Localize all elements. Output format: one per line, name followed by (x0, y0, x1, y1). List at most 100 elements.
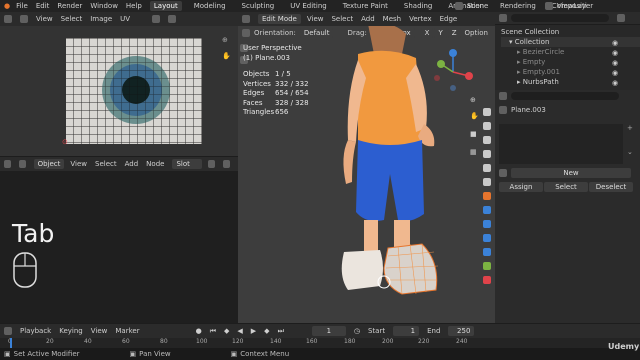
timeline-menu-keying[interactable]: Keying (59, 327, 83, 335)
tab-layout[interactable]: Layout (149, 1, 182, 11)
pan-view-icon[interactable]: ✋ (470, 112, 479, 120)
jump-end-icon[interactable]: ⏭ (278, 327, 284, 336)
add-icon[interactable] (223, 160, 231, 168)
node-editor-type-icon[interactable] (4, 160, 11, 168)
filter-icon[interactable] (617, 14, 625, 22)
prev-key-icon[interactable]: ◆ (224, 327, 229, 335)
properties-type-icon[interactable] (499, 92, 507, 100)
tab-uv-editing[interactable]: UV Editing (286, 1, 331, 11)
tab-shading[interactable]: Shading (400, 1, 436, 11)
scene-selector[interactable]: Scene (455, 1, 488, 11)
menu-window[interactable]: Window (90, 2, 118, 10)
image-menu-uv[interactable]: UV (120, 15, 130, 23)
navigation-gizmo[interactable] (431, 46, 477, 96)
next-key-icon[interactable]: ◆ (264, 327, 269, 335)
timeline-type-icon[interactable] (4, 327, 12, 335)
viewport-menu-vertex[interactable]: Vertex (409, 15, 432, 23)
image-menu-select[interactable]: Select (61, 15, 83, 23)
material-icon[interactable] (208, 160, 216, 168)
node-editor-area[interactable]: Tab (0, 171, 238, 323)
mode-dropdown[interactable]: Edit Mode (258, 14, 301, 24)
image-menu-view[interactable]: View (36, 15, 53, 23)
blender-logo-icon[interactable]: ● (4, 2, 10, 10)
tab-texture-paint[interactable]: Texture Paint (339, 1, 392, 11)
eye-icon[interactable]: ◉ (612, 48, 618, 58)
outliner-item-empty[interactable]: ▸ Empty (501, 57, 640, 67)
render-tab-icon[interactable] (483, 122, 491, 130)
node-tree-icon[interactable] (18, 160, 26, 168)
start-frame-field[interactable]: 1 (393, 326, 420, 336)
view-layer-tab-icon[interactable] (483, 150, 491, 158)
pin-icon[interactable] (152, 15, 161, 23)
data-tab-icon[interactable] (483, 262, 491, 270)
material-browse-icon[interactable] (499, 169, 507, 177)
node-menu-select[interactable]: Select (95, 160, 117, 168)
deselect-button[interactable]: Deselect (589, 182, 633, 192)
output-tab-icon[interactable] (483, 136, 491, 144)
image-browse-icon[interactable] (168, 15, 177, 23)
properties-search-input[interactable] (511, 92, 619, 100)
viewport-3d[interactable]: Orientation: Default Drag: Select Box X … (238, 26, 495, 323)
menu-render[interactable]: Render (57, 2, 82, 10)
play-icon[interactable]: ▶ (251, 327, 256, 335)
zoom-view-icon[interactable]: ⊕ (470, 96, 476, 104)
particles-tab-icon[interactable] (483, 220, 491, 228)
eye-icon[interactable]: ◉ (612, 58, 618, 68)
menu-edit[interactable]: Edit (36, 2, 50, 10)
timeline-menu-marker[interactable]: Marker (115, 327, 139, 335)
ortho-toggle-icon[interactable]: ▦ (470, 148, 477, 156)
mode-icon[interactable] (20, 15, 28, 23)
timeline-menu-view[interactable]: View (91, 327, 108, 335)
assign-button[interactable]: Assign (499, 182, 543, 192)
image-menu-image[interactable]: Image (90, 15, 112, 23)
outliner-item-nurbspath[interactable]: ▸ NurbsPath (501, 77, 640, 87)
viewport-menu-add[interactable]: Add (361, 15, 375, 23)
material-tab-icon[interactable] (483, 276, 491, 284)
camera-view-icon[interactable]: ■ (470, 130, 477, 138)
view-layer-selector[interactable]: ViewLayer (545, 1, 593, 11)
slot-menu-icon[interactable]: ⌄ (627, 148, 633, 156)
constraints-tab-icon[interactable] (483, 248, 491, 256)
timeline-ruler[interactable]: 0 20 40 60 80 100 120 140 160 180 200 22… (0, 338, 640, 348)
hand-icon[interactable]: ✋ (222, 52, 231, 60)
slot-dropdown[interactable]: Slot (172, 159, 203, 169)
viewport-menu-select[interactable]: Select (331, 15, 353, 23)
tab-modeling[interactable]: Modeling (190, 1, 230, 11)
outliner-item-empty-001[interactable]: ▸ Empty.001 (501, 67, 640, 77)
outliner-type-icon[interactable] (499, 14, 507, 22)
outliner-search-input[interactable] (511, 14, 609, 22)
eye-icon[interactable]: ◉ (612, 68, 618, 78)
world-tab-icon[interactable] (483, 178, 491, 186)
tab-rendering[interactable]: Rendering (496, 1, 540, 11)
new-material-button[interactable]: New (511, 168, 631, 178)
node-menu-add[interactable]: Add (125, 160, 139, 168)
viewport-type-icon[interactable] (242, 15, 250, 23)
viewport-menu-mesh[interactable]: Mesh (383, 15, 401, 23)
record-icon[interactable]: ● (196, 327, 202, 335)
editor-type-icon[interactable] (4, 15, 12, 23)
transform-icon[interactable] (242, 29, 250, 37)
jump-start-icon[interactable]: ⏮ (210, 327, 216, 336)
outliner-collection[interactable]: ▾ Collection (501, 37, 640, 47)
material-slot-list[interactable] (499, 124, 623, 164)
preview-range-icon[interactable]: ◷ (354, 327, 360, 335)
end-frame-field[interactable]: 250 (448, 326, 475, 336)
node-menu-view[interactable]: View (70, 160, 87, 168)
tool-tab-icon[interactable] (483, 108, 491, 116)
menu-file[interactable]: File (16, 2, 28, 10)
select-button[interactable]: Select (544, 182, 588, 192)
object-dropdown[interactable]: Object (33, 159, 65, 169)
menu-help[interactable]: Help (126, 2, 142, 10)
tab-sculpting[interactable]: Sculpting (238, 1, 279, 11)
outliner-root[interactable]: Scene Collection (501, 27, 640, 37)
viewport-menu-edge[interactable]: Edge (440, 15, 458, 23)
image-editor-area[interactable]: ⊕ ✋ ⊙ (0, 26, 238, 156)
physics-tab-icon[interactable] (483, 234, 491, 242)
current-frame-field[interactable]: 1 (311, 326, 346, 336)
eye-icon[interactable]: ◉ (612, 38, 618, 48)
modifier-tab-icon[interactable] (483, 206, 491, 214)
zoom-icon[interactable]: ⊕ (222, 36, 228, 44)
viewport-menu-view[interactable]: View (307, 15, 324, 23)
eye-icon[interactable]: ◉ (612, 78, 618, 88)
object-tab-icon[interactable] (483, 192, 491, 200)
